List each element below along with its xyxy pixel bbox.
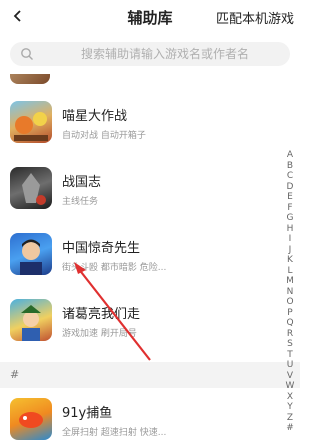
game-name: 战国志 (62, 175, 102, 190)
game-features: 主线任务 (62, 197, 99, 207)
search-box[interactable] (10, 42, 290, 66)
game-features: 自动对战 自动开箱子 (62, 131, 146, 141)
game-thumbnail (10, 233, 52, 275)
game-features: 全屏扫射 超速扫射 快速... (62, 428, 167, 438)
game-thumbnail (10, 398, 52, 440)
index-letter[interactable]: M (283, 276, 297, 287)
section-header: # (0, 362, 300, 388)
index-letter[interactable]: P (283, 308, 297, 319)
game-item-meow-star[interactable]: 喵星大作战 自动对战 自动开箱子 (0, 95, 280, 161)
index-letter[interactable]: L (283, 266, 297, 277)
index-letter[interactable]: G (283, 213, 297, 224)
game-art-icon (22, 173, 46, 205)
index-letter[interactable]: X (283, 392, 297, 403)
index-letter[interactable]: # (283, 423, 297, 434)
index-letter[interactable]: A (283, 150, 297, 161)
game-features: 街头斗殴 都市暗影 危险... (62, 263, 167, 273)
alphabet-index[interactable]: A B C D E F G H I J K L M N O P Q R S T U V W X Y Z # (283, 150, 297, 434)
game-art-icon (21, 305, 41, 341)
section-label: # (10, 368, 20, 381)
search-input[interactable] (10, 42, 290, 66)
game-item-91y-fishing[interactable]: 91y捕鱼 全屏扫射 超速扫射 快速... (0, 392, 280, 440)
search-icon (21, 48, 33, 60)
game-thumbnail (10, 101, 52, 143)
index-letter[interactable]: J (283, 245, 297, 256)
game-thumbnail (10, 167, 52, 209)
index-letter[interactable]: V (283, 371, 297, 382)
index-letter[interactable]: H (283, 224, 297, 235)
index-letter[interactable]: D (283, 182, 297, 193)
game-name: 喵星大作战 (62, 109, 128, 124)
index-letter[interactable]: B (283, 161, 297, 172)
index-letter[interactable]: W (283, 381, 297, 392)
game-item-zhanguozhi[interactable]: 战国志 主线任务 (0, 161, 280, 227)
game-item-china-mr-amazing[interactable]: 中国惊奇先生 街头斗殴 都市暗影 危险... (0, 227, 280, 293)
game-art-icon (19, 412, 43, 428)
index-letter[interactable]: R (283, 329, 297, 340)
index-letter[interactable]: O (283, 297, 297, 308)
index-letter[interactable]: U (283, 360, 297, 371)
index-letter[interactable]: S (283, 339, 297, 350)
index-letter[interactable]: F (283, 203, 297, 214)
index-letter[interactable]: Q (283, 318, 297, 329)
game-thumbnail (10, 299, 52, 341)
index-letter[interactable]: Y (283, 402, 297, 413)
game-thumbnail (10, 74, 50, 84)
game-art-icon (20, 239, 42, 275)
index-letter[interactable]: Z (283, 413, 297, 424)
game-item-zhuge-liang[interactable]: 诸葛亮我们走 游戏加速 刷开局号 (0, 293, 280, 359)
index-letter[interactable]: T (283, 350, 297, 361)
index-letter[interactable]: C (283, 171, 297, 182)
list-item-partial (0, 74, 300, 84)
game-features: 游戏加速 刷开局号 (62, 329, 137, 339)
index-letter[interactable]: E (283, 192, 297, 203)
index-letter[interactable]: N (283, 287, 297, 298)
index-letter[interactable]: K (283, 255, 297, 266)
search-bar (0, 34, 300, 74)
game-name: 91y捕鱼 (62, 406, 113, 421)
match-local-games-button[interactable]: 匹配本机游戏 (216, 8, 294, 27)
index-letter[interactable]: I (283, 234, 297, 245)
game-name: 中国惊奇先生 (62, 241, 141, 256)
top-bar: 辅助库 匹配本机游戏 (0, 0, 300, 34)
game-name: 诸葛亮我们走 (62, 307, 141, 322)
game-art-icon (14, 112, 48, 141)
